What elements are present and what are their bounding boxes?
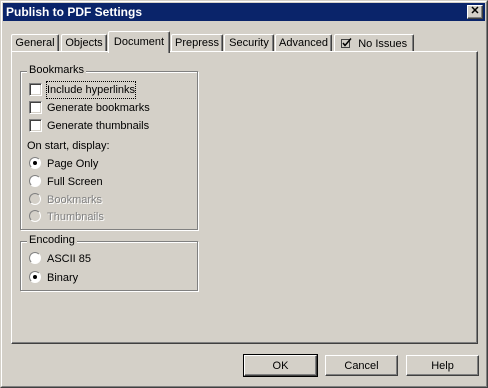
tab-no-issues[interactable]: No Issues [334,34,414,52]
help-button[interactable]: Help [406,355,479,376]
tab-document[interactable]: Document [108,31,170,53]
encoding-group: Encoding ASCII 85 Binary [20,234,198,291]
tab-prepress[interactable]: Prepress [171,34,223,52]
close-icon[interactable]: ✕ [467,5,483,19]
radio-button[interactable] [29,271,41,283]
checkbox-box[interactable] [29,119,42,132]
checkbox-box[interactable] [29,101,42,114]
cancel-button[interactable]: Cancel [325,355,398,376]
radio-button[interactable] [29,157,41,169]
document-tab-panel: Bookmarks Include hyperlinks Generate bo… [11,51,478,344]
radio-button [29,210,41,222]
encoding-group-title: Encoding [27,234,77,246]
bookmarks-group-title: Bookmarks [27,64,87,76]
bookmarks-group: Bookmarks Include hyperlinks Generate bo… [20,64,198,230]
radio-button[interactable] [29,252,41,264]
tab-security[interactable]: Security [224,34,274,52]
tab-general[interactable]: General [11,34,59,52]
title-bar[interactable]: Publish to PDF Settings ✕ [3,3,485,21]
tab-objects[interactable]: Objects [61,34,107,52]
radio-button[interactable] [29,175,41,187]
radio-button [29,193,41,205]
dialog-window: Publish to PDF Settings ✕ General Object… [0,0,488,388]
window-title: Publish to PDF Settings [6,5,143,19]
ok-button[interactable]: OK [243,354,318,377]
on-start-label: On start, display: [27,140,110,152]
tab-advanced[interactable]: Advanced [275,34,332,52]
check-icon [340,36,355,50]
checkbox-box[interactable] [29,83,42,96]
